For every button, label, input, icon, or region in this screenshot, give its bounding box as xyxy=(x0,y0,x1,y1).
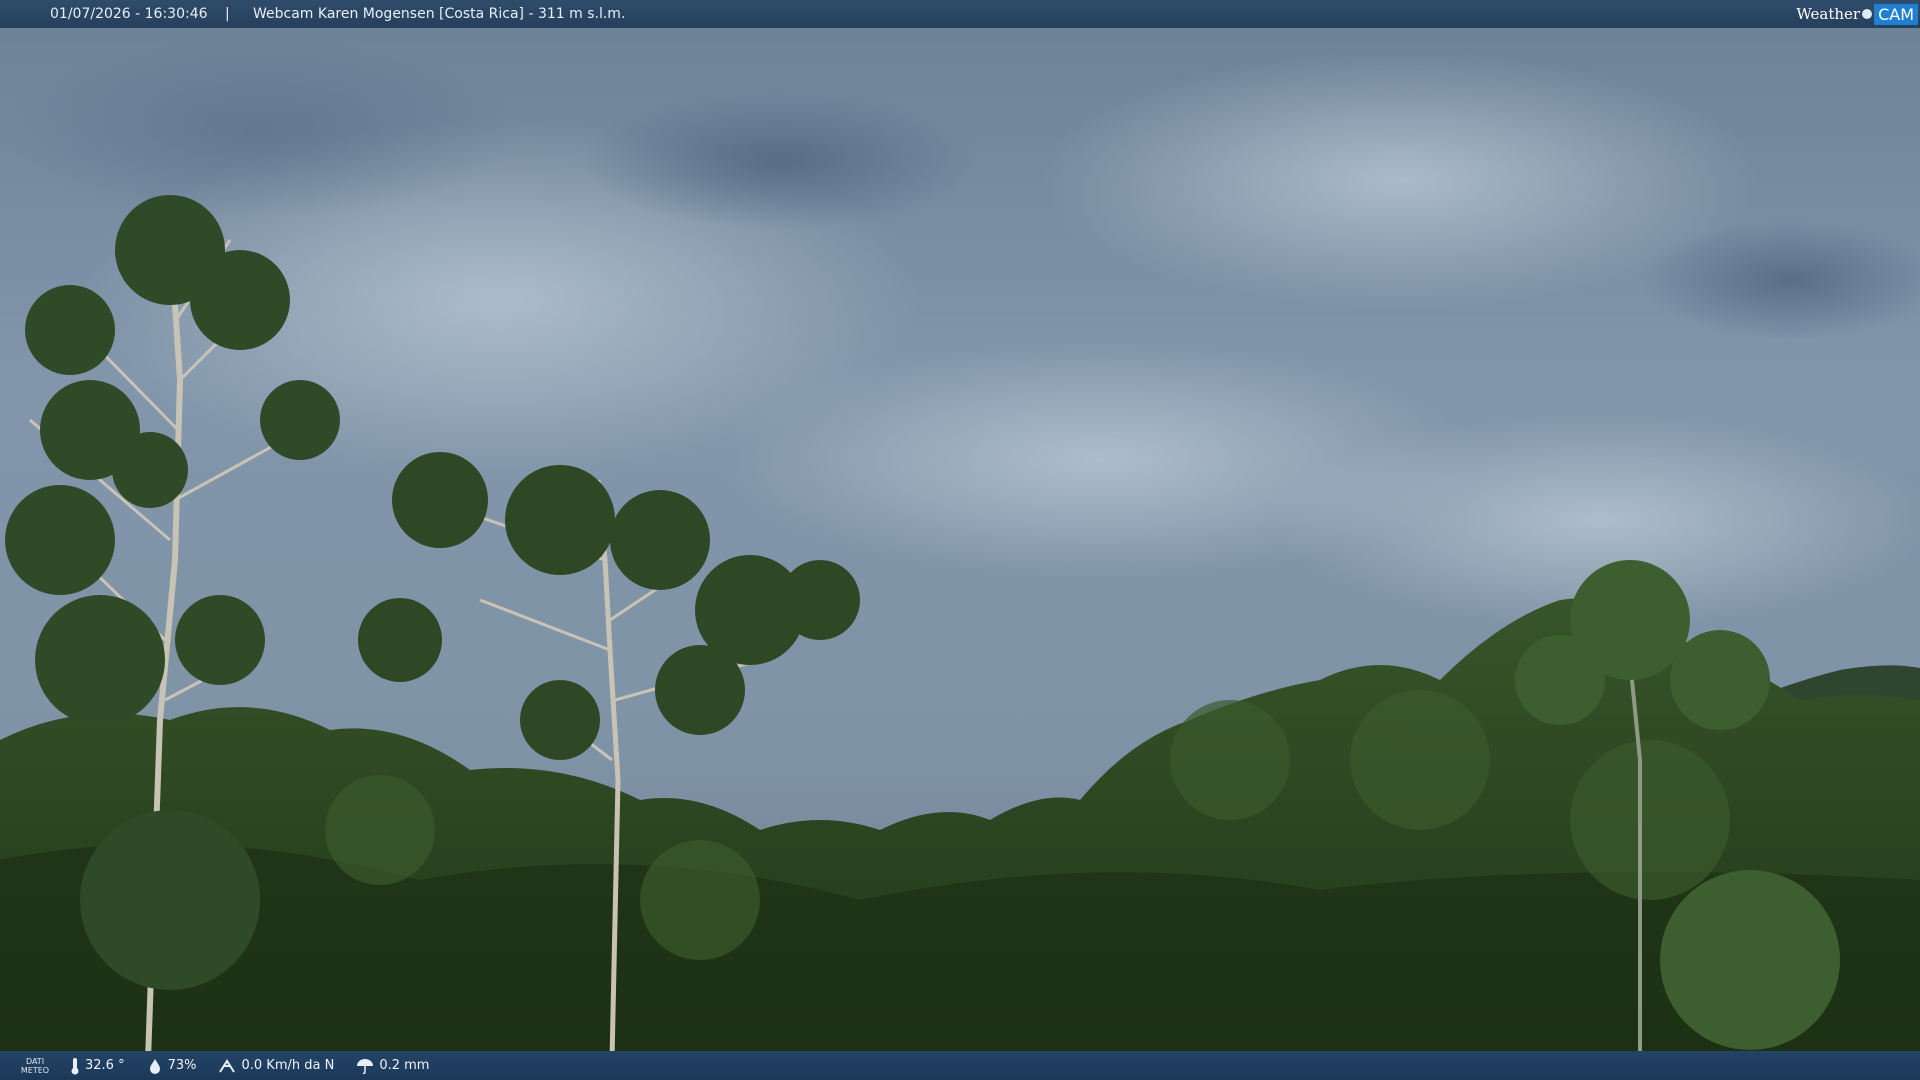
cloud-shadow xyxy=(0,40,520,220)
rain-umbrella-icon xyxy=(357,1058,374,1074)
thermometer-icon xyxy=(71,1057,79,1074)
temperature-value: 32.6 ° xyxy=(85,1058,125,1073)
logo-word: Weather xyxy=(1796,5,1861,23)
humidity-reading: 73% xyxy=(147,1058,197,1074)
webcam-header-bar: 01/07/2026 - 16:30:46 | Webcam Karen Mog… xyxy=(0,0,1920,28)
webcam-image xyxy=(0,0,1920,1080)
weather-data-label: DATI METEO xyxy=(20,1056,50,1075)
header-separator: | xyxy=(225,6,230,22)
wind-reading: 0.0 Km/h da N xyxy=(218,1058,334,1074)
rain-value: 0.2 mm xyxy=(379,1058,430,1073)
humidity-drop-icon xyxy=(149,1058,160,1074)
weathercam-logo: Weather CAM xyxy=(1796,2,1918,26)
weather-data-bar: DATI METEO 32.6 ° 73% 0.0 Km/h da N 0.2 … xyxy=(0,1051,1920,1080)
wind-icon xyxy=(219,1058,236,1073)
logo-dot-icon xyxy=(1862,9,1873,19)
logo-cam: CAM xyxy=(1874,3,1918,25)
webcam-frame: 01/07/2026 - 16:30:46 | Webcam Karen Mog… xyxy=(0,0,1920,1080)
cloud-shadow xyxy=(580,90,980,230)
datetime: 01/07/2026 - 16:30:46 xyxy=(50,6,208,22)
rain-reading: 0.2 mm xyxy=(356,1058,429,1074)
webcam-title: Webcam Karen Mogensen [Costa Rica] - 311… xyxy=(253,6,626,22)
humidity-value: 73% xyxy=(167,1058,197,1073)
temperature-reading: 32.6 ° xyxy=(70,1057,125,1075)
wind-value: 0.0 Km/h da N xyxy=(241,1058,335,1073)
